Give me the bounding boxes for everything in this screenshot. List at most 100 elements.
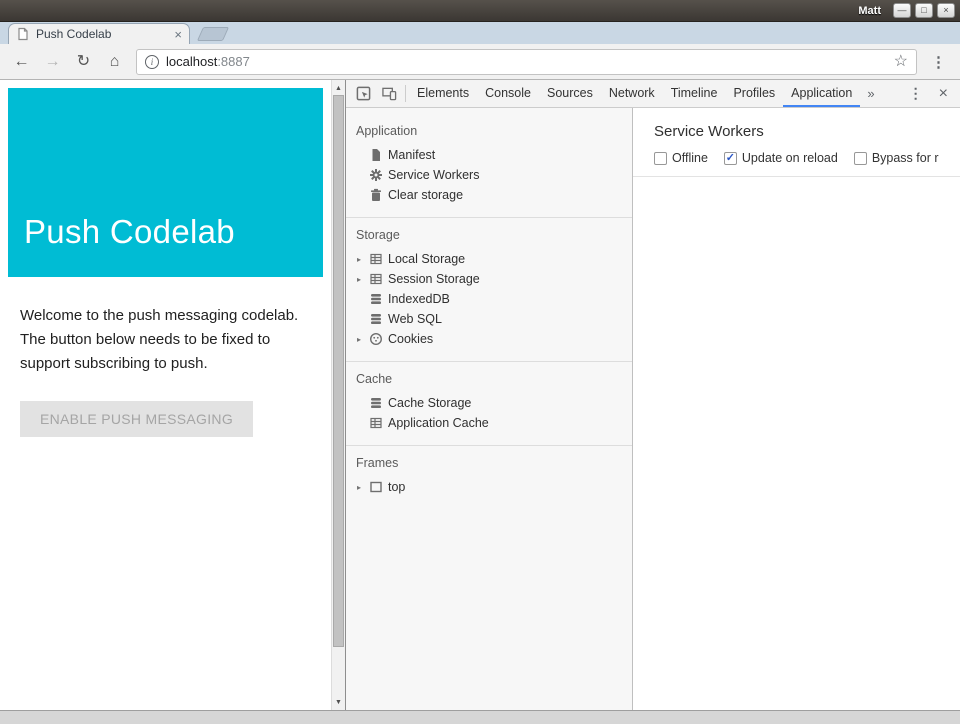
scrollbar-down-icon[interactable]: ▼ [332, 695, 345, 709]
tab-profiles[interactable]: Profiles [725, 80, 783, 107]
url-port: :8887 [217, 54, 250, 69]
sidebar-item-local-storage[interactable]: ▸ Local Storage [346, 249, 632, 269]
tab-sources[interactable]: Sources [539, 80, 601, 107]
device-toolbar-icon[interactable] [376, 81, 402, 107]
tab-application[interactable]: Application [783, 80, 860, 107]
update-on-reload-checkbox[interactable]: ✓ Update on reload [724, 151, 838, 165]
section-title: Storage [346, 224, 632, 249]
forward-button[interactable]: → [39, 54, 66, 70]
table-icon [369, 252, 388, 266]
sidebar-item-indexeddb[interactable]: IndexedDB [346, 289, 632, 309]
sidebar-item-cache-storage[interactable]: Cache Storage [346, 393, 632, 413]
bookmark-star-icon[interactable]: ☆ [894, 54, 908, 70]
checkbox-unchecked-icon[interactable] [654, 152, 667, 165]
trash-icon [369, 188, 388, 202]
checkbox-unchecked-icon[interactable] [854, 152, 867, 165]
enable-push-button[interactable]: ENABLE PUSH MESSAGING [20, 401, 253, 437]
database-icon [369, 396, 388, 410]
sidebar-item-label: Cache Storage [388, 396, 471, 410]
back-button[interactable]: ← [8, 54, 35, 70]
reload-button[interactable]: ↻ [70, 54, 97, 70]
sidebar-item-clear-storage[interactable]: Clear storage [346, 185, 632, 205]
bypass-for-network-checkbox[interactable]: Bypass for r [854, 151, 939, 165]
expander-icon[interactable]: ▸ [357, 335, 369, 344]
sidebar-item-label: Clear storage [388, 188, 463, 202]
sidebar-section-frames: Frames ▸ top [346, 446, 632, 509]
home-button[interactable]: ⌂ [101, 54, 128, 70]
service-workers-panel: Service Workers Offline ✓ Update on relo… [633, 108, 960, 710]
maximize-button[interactable]: □ [915, 3, 933, 18]
sidebar-item-label: top [388, 480, 405, 494]
close-button[interactable]: × [937, 3, 955, 18]
tab-elements[interactable]: Elements [409, 80, 477, 107]
sidebar-item-label: Service Workers [388, 168, 479, 182]
inspect-element-icon[interactable] [350, 81, 376, 107]
page-title: Push Codelab [24, 213, 235, 251]
main-area: Push Codelab Welcome to the push messagi… [0, 80, 960, 710]
browser-tab[interactable]: Push Codelab × [8, 23, 190, 44]
expander-icon[interactable]: ▸ [357, 483, 369, 492]
window-bottom-edge [0, 710, 960, 724]
browser-toolbar: ← → ↻ ⌂ i localhost:8887 ☆ ⋮ [0, 44, 960, 80]
sidebar-item-label: IndexedDB [388, 292, 450, 306]
web-page-content: Push Codelab Welcome to the push messagi… [0, 80, 331, 710]
table-icon [369, 416, 388, 430]
url-host: localhost [166, 54, 217, 69]
sidebar-item-service-workers[interactable]: Service Workers [346, 165, 632, 185]
check-mark: ✓ [726, 153, 735, 164]
database-icon [369, 312, 388, 326]
table-icon [369, 272, 388, 286]
devtools-body: Application Manifest Service Workers [346, 108, 960, 710]
frame-icon [369, 480, 388, 494]
tab-network[interactable]: Network [601, 80, 663, 107]
offline-checkbox[interactable]: Offline [654, 151, 708, 165]
sidebar-item-session-storage[interactable]: ▸ Session Storage [346, 269, 632, 289]
sidebar-item-top-frame[interactable]: ▸ top [346, 477, 632, 497]
tab-timeline[interactable]: Timeline [663, 80, 726, 107]
tab-title: Push Codelab [36, 27, 168, 41]
new-tab-button[interactable] [197, 27, 229, 41]
document-icon [369, 148, 388, 162]
sidebar-item-application-cache[interactable]: Application Cache [346, 413, 632, 433]
browser-window: Matt — □ × Push Codelab × ← → ↻ ⌂ i loca… [0, 0, 960, 724]
section-title: Frames [346, 452, 632, 477]
sidebar-item-label: Application Cache [388, 416, 489, 430]
page-paragraph: Welcome to the push messaging codelab. T… [20, 304, 320, 376]
application-sidebar: Application Manifest Service Workers [346, 108, 633, 710]
sidebar-item-cookies[interactable]: ▸ Cookies [346, 329, 632, 349]
checkbox-checked-icon[interactable]: ✓ [724, 152, 737, 165]
minimize-button[interactable]: — [893, 3, 911, 18]
info-icon[interactable]: i [145, 55, 159, 69]
scrollbar-up-icon[interactable]: ▲ [332, 81, 345, 95]
scrollbar-thumb[interactable] [333, 95, 344, 647]
panel-title: Service Workers [633, 108, 960, 140]
browser-menu-icon[interactable]: ⋮ [925, 53, 952, 71]
sidebar-item-web-sql[interactable]: Web SQL [346, 309, 632, 329]
section-title: Cache [346, 368, 632, 393]
address-bar[interactable]: i localhost:8887 ☆ [136, 49, 917, 75]
checkbox-label: Update on reload [742, 151, 838, 165]
sidebar-item-label: Local Storage [388, 252, 465, 266]
tab-close-icon[interactable]: × [174, 28, 182, 41]
service-worker-options: Offline ✓ Update on reload Bypass for r [633, 140, 960, 177]
sidebar-item-label: Web SQL [388, 312, 442, 326]
more-tabs-icon[interactable]: » [860, 86, 881, 101]
tab-console[interactable]: Console [477, 80, 539, 107]
expander-icon[interactable]: ▸ [357, 255, 369, 264]
page-scrollbar[interactable]: ▲ ▼ [331, 80, 345, 710]
sidebar-section-storage: Storage ▸ Local Storage ▸ Session Storag… [346, 218, 632, 362]
devtools-toolbar: Elements Console Sources Network Timelin… [346, 80, 960, 108]
page-hero: Push Codelab [8, 88, 323, 277]
checkbox-label: Bypass for r [872, 151, 939, 165]
section-title: Application [346, 120, 632, 145]
sidebar-item-manifest[interactable]: Manifest [346, 145, 632, 165]
database-icon [369, 292, 388, 306]
window-titlebar[interactable]: Matt — □ × [0, 0, 960, 22]
devtools-toolbar-right: ⋮ × [901, 85, 956, 103]
url-text: localhost:8887 [166, 54, 250, 69]
devtools-close-icon[interactable]: × [931, 85, 956, 103]
sidebar-item-label: Manifest [388, 148, 435, 162]
devtools-menu-icon[interactable]: ⋮ [901, 85, 931, 102]
sidebar-section-application: Application Manifest Service Workers [346, 114, 632, 218]
expander-icon[interactable]: ▸ [357, 275, 369, 284]
